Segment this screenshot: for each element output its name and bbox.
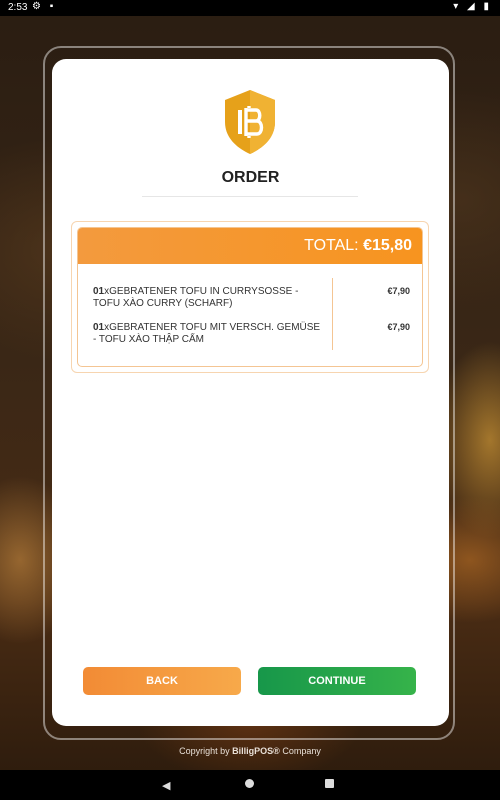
- total-bar: TOTAL: €15,80: [78, 228, 422, 264]
- nav-back-icon[interactable]: ◀: [162, 779, 170, 792]
- nav-home-icon[interactable]: [245, 779, 254, 788]
- back-button[interactable]: BACK: [83, 667, 241, 695]
- status-time: 2:53: [8, 2, 28, 13]
- status-left-icons: ⚙ ▪: [32, 1, 57, 12]
- item-name: xGEBRATENER TOFU IN CURRYSOSSE - TOFU XÀ…: [93, 286, 299, 309]
- items-divider: [332, 278, 333, 350]
- page-title: ORDER: [221, 169, 280, 186]
- order-summary: TOTAL: €15,80 01xGEBRATENER TOFU IN CURR…: [71, 221, 429, 373]
- item-qty: 01: [93, 286, 105, 297]
- order-card: ORDER TOTAL: €15,80 01xGEBRATENER TOFU I…: [52, 59, 449, 726]
- copyright: Copyright by BilligPOS® Company: [0, 746, 500, 756]
- nav-recents-icon[interactable]: [325, 779, 334, 788]
- list-item: 01xGEBRATENER TOFU IN CURRYSOSSE - TOFU …: [93, 286, 323, 310]
- navigation-bar: ◀: [0, 770, 500, 800]
- shield-logo-icon: [225, 90, 275, 154]
- item-price: €7,90: [387, 322, 410, 332]
- status-bar: 2:53 ⚙ ▪ ▾ ◢ ▮: [0, 0, 500, 16]
- order-summary-inner: TOTAL: €15,80 01xGEBRATENER TOFU IN CURR…: [77, 227, 423, 367]
- item-name: xGEBRATENER TOFU MIT VERSCH. GEMÜSE - TO…: [93, 322, 321, 345]
- total-value: €15,80: [363, 237, 412, 254]
- item-qty: 01: [93, 322, 105, 333]
- title-divider: [142, 196, 358, 197]
- item-price: €7,90: [387, 286, 410, 296]
- list-item: 01xGEBRATENER TOFU MIT VERSCH. GEMÜSE - …: [93, 322, 323, 346]
- total-label: TOTAL:: [304, 237, 359, 254]
- continue-button[interactable]: CONTINUE: [258, 667, 416, 695]
- copyright-brand: BilligPOS®: [232, 746, 280, 756]
- status-right-icons: ▾ ◢ ▮: [453, 1, 492, 12]
- copyright-prefix: Copyright by: [179, 746, 233, 756]
- copyright-suffix: Company: [279, 746, 321, 756]
